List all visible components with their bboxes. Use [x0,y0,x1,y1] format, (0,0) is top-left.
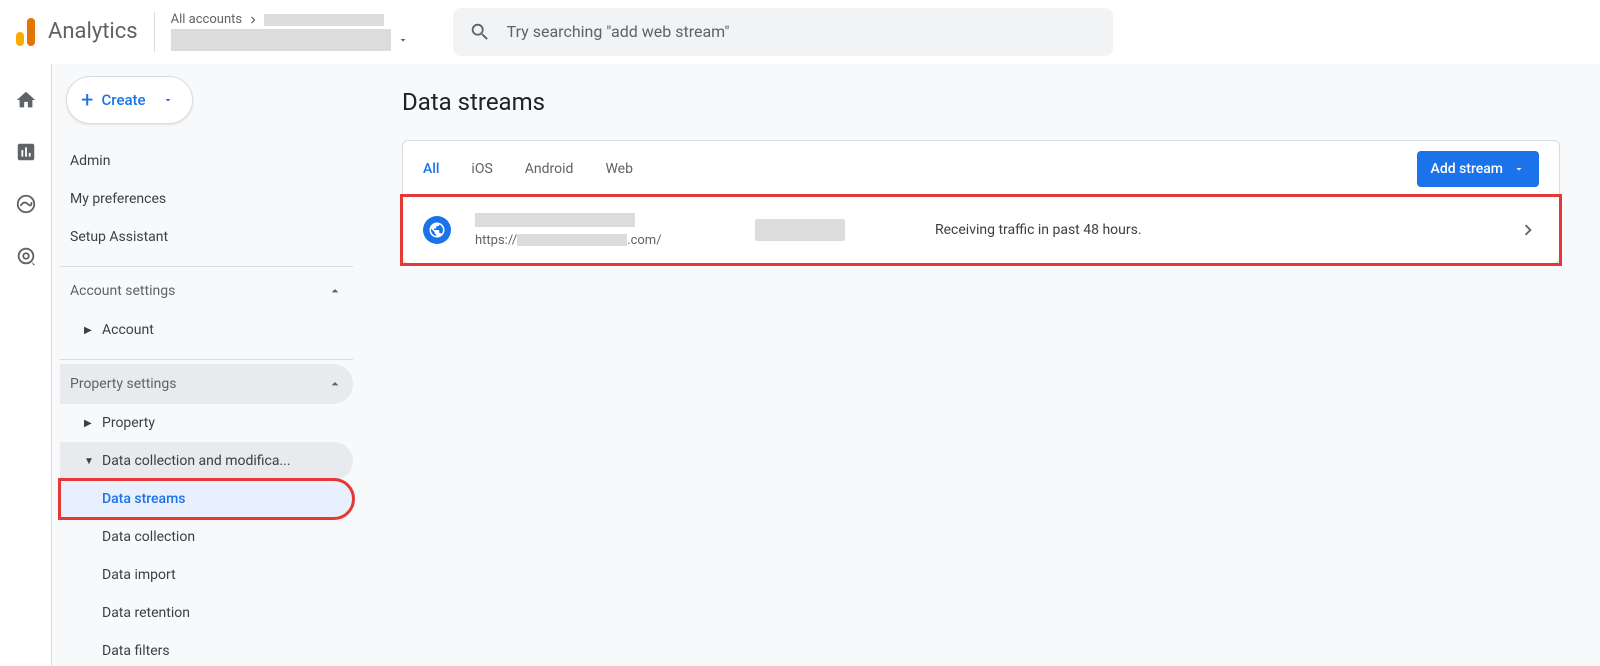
caret-right-icon: ▶ [84,418,94,429]
search-placeholder: Try searching "add web stream" [507,22,730,41]
tab-android[interactable]: Android [525,141,574,197]
nav-account[interactable]: ▶ Account [60,311,353,349]
home-icon[interactable] [14,88,38,112]
nav-data-filters[interactable]: Data filters [60,632,353,666]
web-stream-icon [423,216,451,244]
tab-web[interactable]: Web [605,141,633,197]
app-name: Analytics [48,19,138,44]
streams-panel: All iOS Android Web Add stream [402,140,1560,264]
admin-sidebar: + Create Admin My preferences Setup Assi… [52,64,362,666]
nav-data-retention[interactable]: Data retention [60,594,353,632]
explore-icon[interactable] [14,192,38,216]
nav-account-settings[interactable]: Account settings [60,271,353,311]
caret-down-icon: ▼ [84,456,94,467]
divider [60,266,353,267]
advertising-icon[interactable] [14,244,38,268]
url-redacted [517,234,627,246]
page-title: Data streams [402,88,1560,116]
chevron-up-icon [327,376,343,392]
search-icon [469,21,491,43]
stream-name-col: https://.com/ [475,213,755,248]
stream-id-redacted [755,219,845,241]
panel-tabs: All iOS Android Web Add stream [403,141,1559,197]
analytics-logo-icon [16,18,40,46]
chevron-right-icon [246,13,260,27]
app-header: Analytics All accounts Try searching "a [0,0,1600,64]
nav-data-streams[interactable]: Data streams [60,480,353,518]
account-switcher[interactable]: All accounts [155,12,425,51]
caret-down-icon [162,94,174,106]
nav-data-import[interactable]: Data import [60,556,353,594]
nav-setup-assistant[interactable]: Setup Assistant [60,218,353,256]
chevron-right-icon [1517,219,1539,241]
logo-block[interactable]: Analytics [16,12,155,52]
stream-url: https://.com/ [475,233,755,248]
stream-row[interactable]: https://.com/ Receiving traffic in past … [403,197,1559,263]
create-label: Create [101,91,145,109]
stream-status: Receiving traffic in past 48 hours. [935,222,1517,238]
nav-property-settings[interactable]: Property settings [60,364,353,404]
nav-data-collection-mod[interactable]: ▼ Data collection and modifica... [60,442,353,480]
plus-icon: + [81,88,93,113]
tab-ios[interactable]: iOS [471,141,492,197]
add-stream-button[interactable]: Add stream [1417,151,1539,187]
nav-property[interactable]: ▶ Property [60,404,353,442]
icon-rail [0,64,52,666]
caret-down-icon [1513,163,1525,175]
create-button[interactable]: + Create [66,76,193,124]
chevron-up-icon [327,283,343,299]
nav-data-collection[interactable]: Data collection [60,518,353,556]
caret-down-icon [397,34,409,46]
property-name-redacted [171,29,391,51]
stream-id-col [755,219,935,241]
account-name-redacted [264,14,384,26]
divider [60,359,353,360]
nav-admin[interactable]: Admin [60,142,353,180]
search-box[interactable]: Try searching "add web stream" [453,8,1113,56]
reports-icon[interactable] [14,140,38,164]
main-content: Data streams All iOS Android Web Add str… [362,64,1600,666]
all-accounts-label: All accounts [171,12,242,27]
caret-right-icon: ▶ [84,325,94,336]
tab-all[interactable]: All [423,141,439,197]
stream-name-redacted [475,213,635,227]
nav-my-preferences[interactable]: My preferences [60,180,353,218]
